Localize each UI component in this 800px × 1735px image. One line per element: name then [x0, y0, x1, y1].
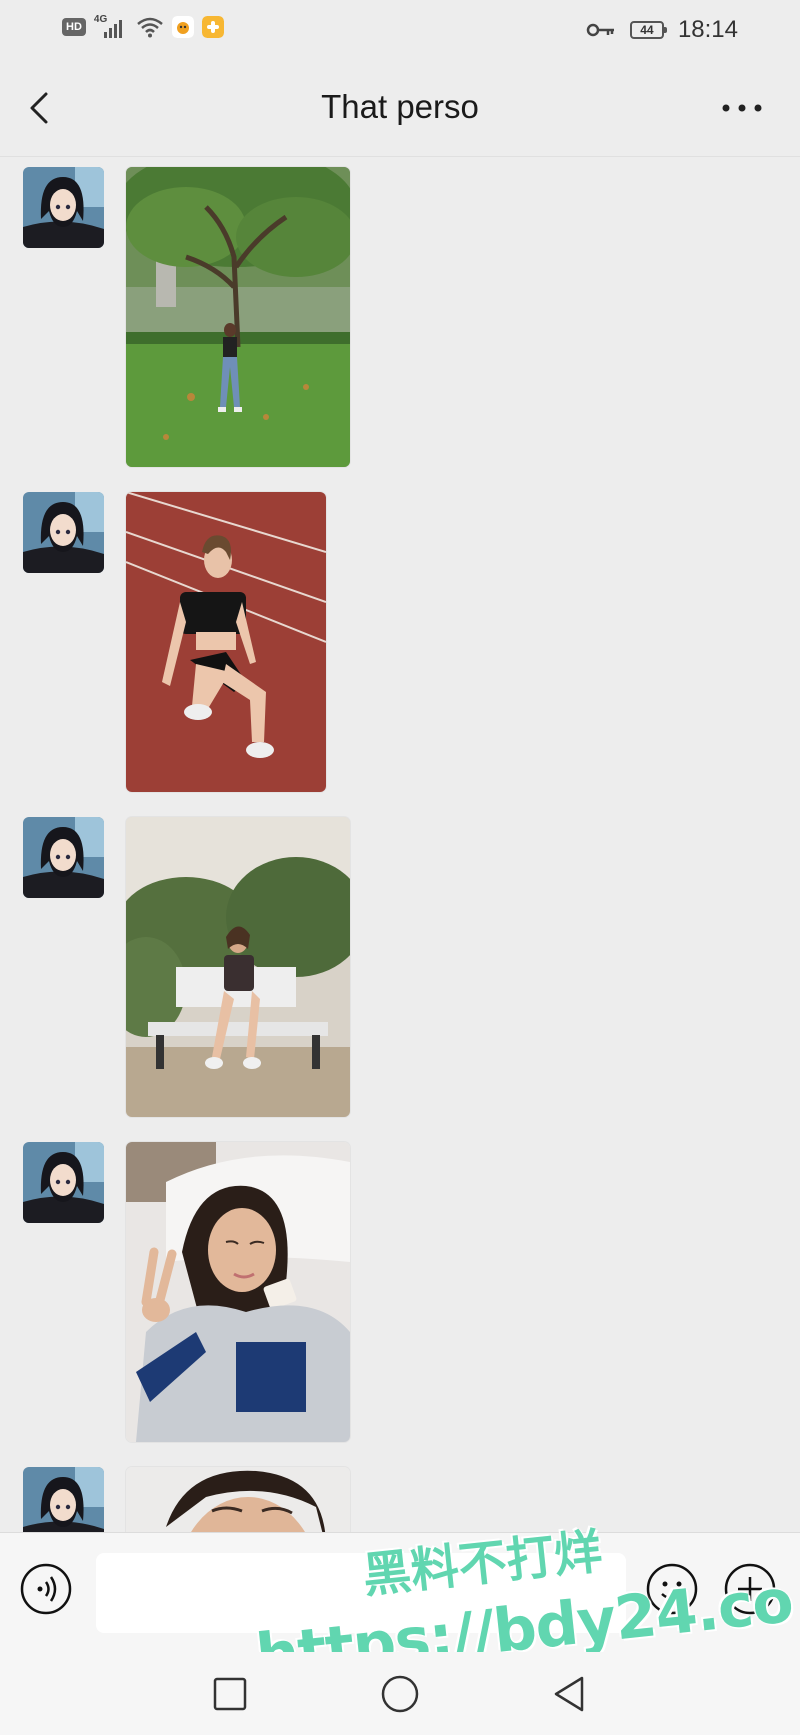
- more-options-button[interactable]: [720, 98, 764, 118]
- image-message[interactable]: [126, 1467, 350, 1532]
- key-icon: [586, 23, 614, 37]
- status-time: 18:14: [677, 16, 738, 43]
- app-notification-icon-2: [201, 16, 224, 38]
- cellular-signal-icon: 4G: [94, 14, 128, 38]
- voice-icon: [20, 1563, 72, 1615]
- anime-avatar-image: [23, 1142, 104, 1223]
- battery-icon: 44: [629, 21, 667, 39]
- triangle-back-icon: [554, 1676, 584, 1712]
- message-input[interactable]: [96, 1553, 626, 1633]
- avatar[interactable]: [23, 492, 104, 573]
- avatar[interactable]: [23, 817, 104, 898]
- image-message[interactable]: [126, 817, 350, 1117]
- avatar[interactable]: [23, 167, 104, 248]
- wifi-icon: [137, 17, 163, 38]
- input-bar: [0, 1532, 800, 1653]
- voice-input-button[interactable]: [20, 1563, 72, 1615]
- hd-badge: HD: [62, 18, 86, 36]
- anime-avatar-image: [23, 167, 104, 248]
- image-message[interactable]: [126, 492, 326, 792]
- photo-woman-lying-bed: [126, 1142, 350, 1442]
- status-bar: HD 4G 44 18:14: [0, 0, 800, 60]
- anime-avatar-image: [23, 492, 104, 573]
- chat-header: That perso: [0, 60, 800, 157]
- plus-circle-icon: [724, 1563, 776, 1615]
- image-message[interactable]: [126, 1142, 350, 1442]
- photo-woman-on-track: [126, 492, 326, 792]
- emoji-icon: [646, 1563, 698, 1615]
- home-button[interactable]: [378, 1672, 422, 1716]
- anime-avatar-image: [23, 1467, 104, 1532]
- circle-icon: [381, 1675, 419, 1713]
- image-message[interactable]: [126, 167, 350, 467]
- status-right: 44 18:14: [586, 16, 738, 44]
- more-actions-button[interactable]: [724, 1563, 776, 1615]
- chat-screen: HD 4G 44 18:14 That perso 黑料不打烊 https://…: [0, 0, 800, 1735]
- avatar[interactable]: [23, 1467, 104, 1532]
- anime-avatar-image: [23, 817, 104, 898]
- square-icon: [213, 1677, 247, 1711]
- chat-title: That perso: [321, 88, 479, 125]
- avatar[interactable]: [23, 1142, 104, 1223]
- system-back-button[interactable]: [548, 1672, 592, 1716]
- system-navigation-bar: [0, 1652, 800, 1735]
- app-notification-icon: [171, 16, 194, 38]
- photo-woman-on-bench: [126, 817, 350, 1117]
- status-left: HD 4G: [62, 14, 224, 38]
- message-list[interactable]: [0, 157, 800, 1532]
- more-horizontal-icon: [722, 104, 762, 112]
- recent-apps-button[interactable]: [208, 1672, 252, 1716]
- photo-woman-close-up: [126, 1467, 350, 1532]
- emoji-button[interactable]: [646, 1563, 698, 1615]
- photo-woman-under-tree: [126, 167, 350, 467]
